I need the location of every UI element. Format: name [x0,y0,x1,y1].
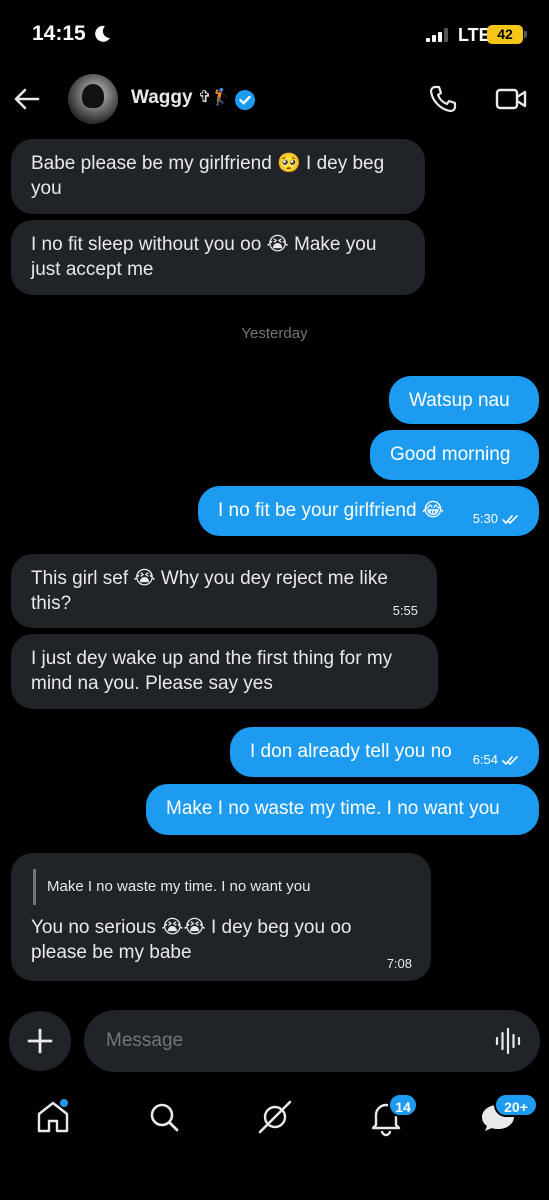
search-icon[interactable] [144,1097,184,1137]
message-bubble-incoming[interactable]: I no fit sleep without you oo 😭 Make you… [11,220,425,295]
contact-name[interactable]: Waggy [131,87,193,109]
voice-wave-icon[interactable] [494,1026,524,1056]
message-time: 5:55 [392,603,418,618]
message-text: I just dey wake up and the first thing f… [31,648,393,694]
add-attachment-button[interactable] [9,1011,71,1071]
message-text: Good morning [390,444,511,465]
message-text: I don already tell you no [250,741,452,762]
status-bar: 14:15 LTE 42 [0,0,549,70]
read-receipt-icon [502,755,518,765]
message-time: 6:54 [473,753,520,767]
back-arrow-icon[interactable] [12,84,42,114]
message-text: Make I no waste my time. I no want you [166,798,500,819]
message-bubble-outgoing[interactable]: I don already tell you no 6:54 [230,727,539,777]
message-time: 5:30 [473,512,520,526]
moon-icon [95,25,110,42]
message-text: This girl sef 😭 Why you dey reject me li… [31,568,388,614]
grok-icon[interactable] [255,1097,295,1137]
plus-icon [27,1028,53,1054]
message-bubble-outgoing[interactable]: I no fit be your girlfriend 😂 5:30 [198,486,539,536]
video-icon[interactable] [495,87,527,111]
message-bubble-outgoing[interactable]: Good morning [370,430,539,480]
message-bubble-outgoing[interactable]: Make I no waste my time. I no want you [146,784,539,835]
name-decoration: ✞🏌 [198,87,232,106]
notifications-badge: 14 [388,1093,418,1117]
avatar[interactable] [68,74,118,124]
message-composer [0,1010,549,1072]
message-bubble-incoming[interactable]: This girl sef 😭 Why you dey reject me li… [11,554,437,628]
day-divider: Yesterday [241,325,308,342]
network-label: LTE [458,25,491,45]
message-bubble-incoming[interactable]: Babe please be my girlfriend 🥺 I dey beg… [11,139,425,214]
message-time: 7:08 [386,956,412,971]
signal-icon [426,28,448,42]
messages-badge: 20+ [494,1093,538,1117]
message-bubble-incoming[interactable]: Make I no waste my time. I no want you Y… [11,853,431,981]
message-bubble-incoming[interactable]: I just dey wake up and the first thing f… [11,634,438,709]
phone-icon[interactable] [428,84,458,114]
message-text: You no serious 😭😭 I dey beg you oo pleas… [31,917,352,963]
battery-tip [524,31,527,38]
message-text: Babe please be my girlfriend 🥺 I dey beg… [31,153,385,199]
home-icon[interactable] [33,1097,73,1137]
message-text: I no fit sleep without you oo 😭 Make you… [31,234,377,280]
quoted-message[interactable]: Make I no waste my time. I no want you [33,869,310,905]
read-receipt-icon [502,514,518,524]
message-text: I no fit be your girlfriend 😂 [218,500,445,521]
message-bubble-outgoing[interactable]: Watsup nau [389,376,539,424]
conversation-header: Waggy ✞🏌 [0,70,549,134]
battery-level: 42 [487,25,523,44]
message-text: Watsup nau [409,390,510,411]
verified-badge-icon [235,90,255,110]
bottom-tab-bar: 14 20+ [0,1085,549,1155]
status-time: 14:15 [32,22,86,45]
message-input[interactable] [84,1010,540,1072]
